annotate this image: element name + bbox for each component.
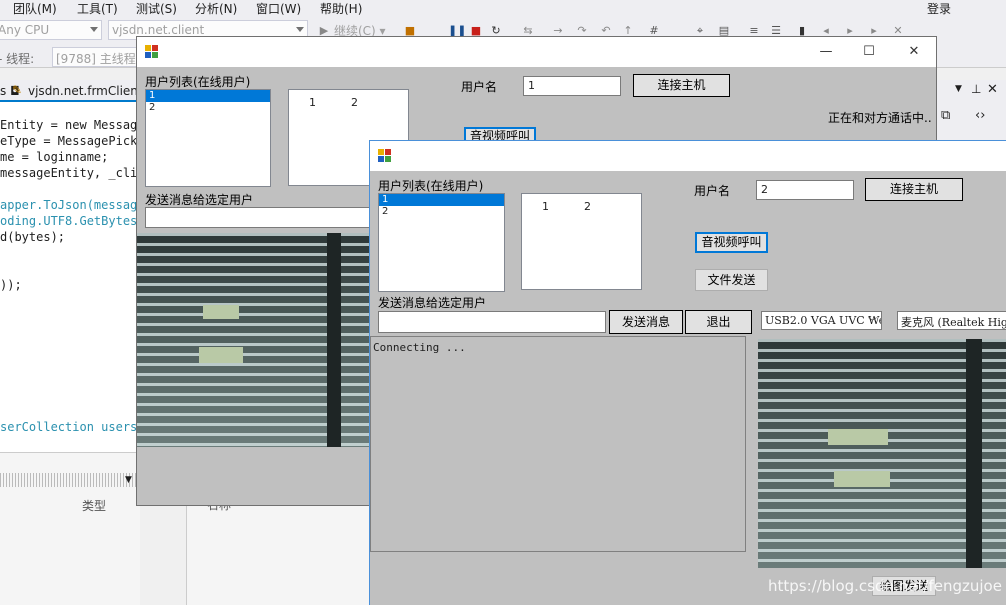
message-input[interactable] <box>378 311 606 333</box>
ide-menubar: 团队(M) 工具(T) 测试(S) 分析(N) 窗口(W) 帮助(H) 登录 <box>0 0 1006 16</box>
av-call-button[interactable]: 音视频呼叫 <box>695 232 768 253</box>
ide-right-strip: ▼ ⊥ ✕ ⧉ ‹› <box>937 80 1006 140</box>
code-line: apper.ToJson(message <box>0 198 140 212</box>
file-tab[interactable]: vjsdn.net.frmClient <box>28 84 140 98</box>
code-editor[interactable]: s ◘ ✎ vjsdn.net.frmClient Entity = new M… <box>0 80 140 452</box>
close-icon[interactable]: ✕ <box>987 82 998 97</box>
menu-analyze[interactable]: 分析(N) <box>195 0 237 17</box>
connect-button[interactable]: 连接主机 <box>633 74 730 97</box>
menu-window[interactable]: 窗口(W) <box>256 0 301 17</box>
send-msg-label: 发送消息给选定用户 <box>145 193 254 207</box>
chevron-down-icon[interactable]: ▼ <box>125 475 132 485</box>
send-message-button[interactable]: 发送消息 <box>609 310 683 334</box>
window-titlebar[interactable] <box>370 141 1006 171</box>
menu-help[interactable]: 帮助(H) <box>320 0 362 17</box>
friends-list-text: 1 2 <box>309 96 358 109</box>
close-icon[interactable]: ✕ <box>905 43 923 61</box>
login-link[interactable]: 登录 <box>927 0 951 17</box>
friends-list-text: 1 2 <box>542 200 591 213</box>
menu-team[interactable]: 团队(M) <box>13 0 57 17</box>
panel-grip <box>0 473 136 487</box>
menu-test[interactable]: 测试(S) <box>136 0 177 17</box>
code-line: d(bytes); <box>0 230 66 244</box>
code-line: )); <box>0 278 22 292</box>
menu-tools[interactable]: 工具(T) <box>77 0 118 17</box>
code-line: eType = MessagePicks <box>0 134 140 148</box>
log-output: Connecting ... <box>370 336 746 552</box>
list-item[interactable]: 1 <box>146 90 270 102</box>
code-line: Entity = new Messag <box>0 118 138 132</box>
minimize-icon[interactable]: — <box>817 43 835 61</box>
window-titlebar[interactable]: — ☐ ✕ <box>137 37 936 67</box>
video-remote <box>758 339 1006 568</box>
chevron-down-icon[interactable]: ▼ <box>955 84 962 94</box>
send-msg-label: 发送消息给选定用户 <box>378 296 487 310</box>
pin-icon[interactable]: ⊥ <box>971 82 981 96</box>
client-window-2[interactable]: 用户列表(在线用户) 1 2 1 2 用户名 2 连接主机 音视频呼叫 文件发送… <box>369 140 1006 605</box>
log-text: Connecting ... <box>373 341 466 354</box>
project-combo-value: vjsdn.net.client <box>112 23 205 37</box>
users-listbox[interactable]: 1 2 <box>378 193 505 292</box>
app-icon <box>145 45 159 59</box>
users-listbox[interactable]: 1 2 <box>145 89 271 187</box>
chevron-down-icon <box>90 27 98 32</box>
watermark: https://blog.csdn.net/fengzujoe <box>768 577 1002 595</box>
platform-combo-value: Any CPU <box>0 23 50 37</box>
file-send-button[interactable]: 文件发送 <box>695 269 768 291</box>
list-item[interactable]: 2 <box>379 206 504 218</box>
code-icon[interactable]: ‹› <box>975 108 985 123</box>
chevron-down-icon <box>296 27 304 32</box>
editor-tab-strip: s ◘ ✎ vjsdn.net.frmClient <box>0 80 140 102</box>
microphone-select-value: 麦克风 (Realtek High <box>901 316 1006 329</box>
username-label: 用户名 <box>694 184 731 198</box>
copy-icon[interactable]: ⧉ <box>941 108 950 123</box>
class-icon: ✎ <box>12 83 23 97</box>
message-input[interactable] <box>145 207 377 228</box>
camera-select[interactable]: USB2.0 VGA UVC We ﹀ <box>761 311 882 330</box>
friends-listbox[interactable]: 1 2 <box>521 193 642 290</box>
users-label: 用户列表(在线用户) <box>145 75 251 89</box>
video-local <box>137 233 377 447</box>
code-line: me = loginname; <box>0 150 109 164</box>
column-type[interactable]: 类型 <box>82 497 106 514</box>
code-line: messageEntity, _clie <box>0 166 140 180</box>
exit-button[interactable]: 退出 <box>685 310 752 334</box>
users-label: 用户列表(在线用户) <box>378 179 484 193</box>
thread-label: - 线程: <box>0 52 35 66</box>
app-icon <box>378 149 392 163</box>
platform-combo[interactable]: Any CPU <box>0 20 102 40</box>
microphone-select[interactable]: 麦克风 (Realtek High <box>897 311 1006 330</box>
connect-button[interactable]: 连接主机 <box>865 178 963 201</box>
chevron-down-icon: ﹀ <box>867 318 877 328</box>
code-line: serCollection users) <box>0 420 140 434</box>
username-input[interactable]: 1 <box>523 76 621 96</box>
maximize-icon[interactable]: ☐ <box>860 43 878 61</box>
list-item[interactable]: 1 <box>379 194 504 206</box>
camera-select-value: USB2.0 VGA UVC We <box>765 314 882 327</box>
ide-bottom-pane: ▼ 类型 <box>0 452 140 605</box>
username-label: 用户名 <box>461 80 498 94</box>
status-text: 正在和对方通话中.. <box>828 111 932 125</box>
list-item[interactable]: 2 <box>146 102 270 114</box>
username-input[interactable]: 2 <box>756 180 854 200</box>
thread-combo-value: [9788] 主线程 <box>56 52 136 66</box>
code-line: oding.UTF8.GetBytes( <box>0 214 140 228</box>
